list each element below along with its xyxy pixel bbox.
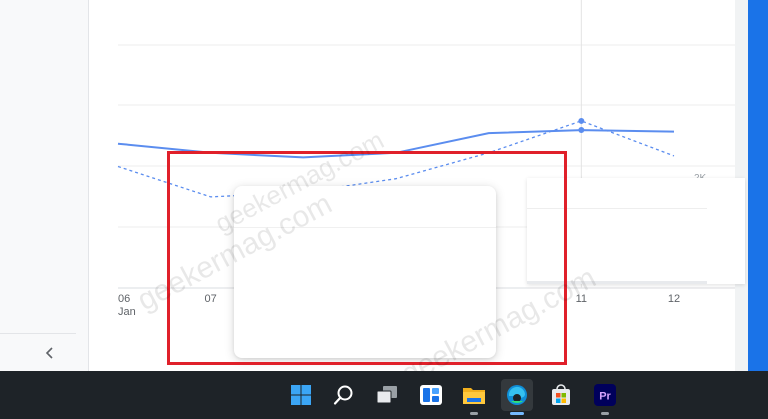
microsoft-store-icon[interactable] — [545, 379, 577, 411]
series-point-solid — [578, 127, 585, 134]
edge-browser-icon[interactable] — [501, 379, 533, 411]
running-indicator — [470, 412, 478, 415]
active-indicator — [510, 412, 524, 415]
premiere-pro-label: Pr — [599, 391, 611, 403]
taskbar: Pr — [0, 371, 768, 419]
search-icon[interactable] — [328, 379, 360, 411]
task-view-icon[interactable] — [371, 379, 403, 411]
file-explorer-icon[interactable] — [458, 379, 490, 411]
widgets-icon[interactable] — [415, 379, 447, 411]
x-tick-label: 12 — [668, 293, 680, 305]
x-tick-sublabel: Jan — [118, 306, 136, 318]
windows-start-icon[interactable] — [285, 379, 317, 411]
x-tick-label: 06 — [118, 293, 130, 305]
series-point-dashed — [578, 117, 585, 124]
running-indicator — [601, 412, 609, 415]
premiere-pro-icon[interactable]: Pr — [589, 379, 621, 411]
